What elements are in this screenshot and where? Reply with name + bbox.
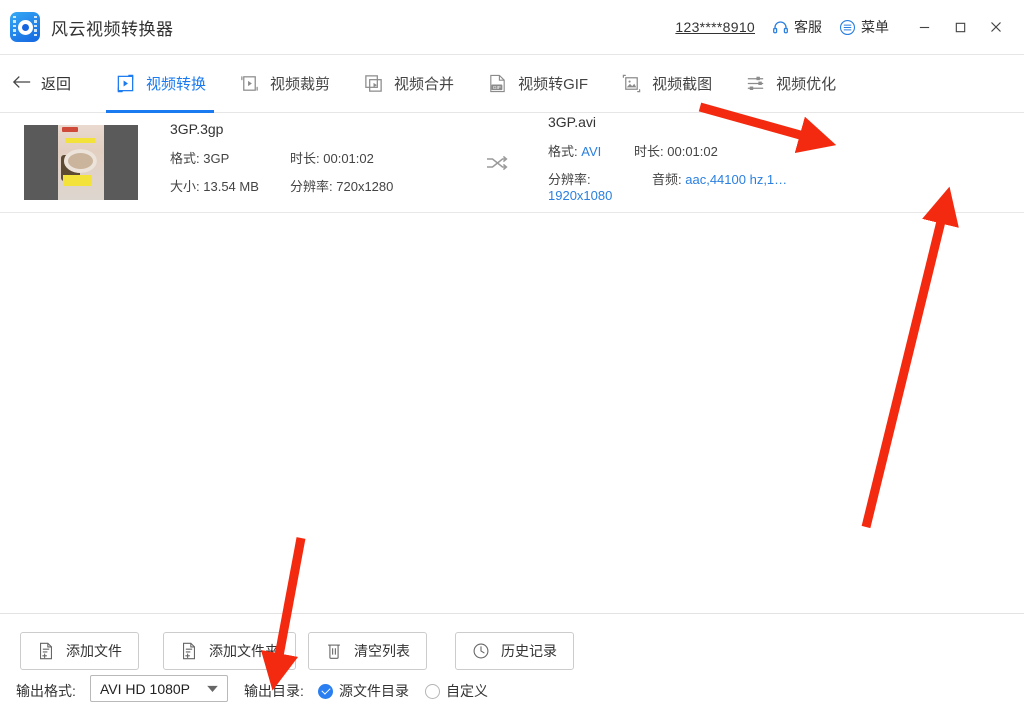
- bottom-toolbar: 添加文件 添加文件夹 清空列表 历史记录: [0, 613, 1024, 720]
- source-file-info: 3GP.3gp 格式: 3GP 时长: 00:01:02 大小: 13.54 M…: [170, 121, 470, 204]
- history-button[interactable]: 历史记录: [455, 632, 574, 670]
- app-window: 风云视频转换器 123****8910 客服 菜单 返回 视频转换 视频裁剪 视…: [0, 0, 1024, 720]
- add-file-button[interactable]: 添加文件: [20, 632, 139, 670]
- tab-label: 视频转GIF: [518, 76, 589, 93]
- menu-button[interactable]: 菜单: [839, 17, 889, 37]
- button-label: 历史记录: [501, 643, 557, 659]
- source-duration-label: 时长:: [290, 151, 320, 166]
- video-merge-icon: [362, 73, 384, 95]
- file-add-icon: [35, 640, 57, 662]
- file-list-item[interactable]: 3GP.3gp 格式: 3GP 时长: 00:01:02 大小: 13.54 M…: [0, 113, 1024, 314]
- source-size-value: 13.54 MB: [203, 179, 259, 194]
- video-convert-icon: [114, 73, 136, 95]
- back-label: 返回: [41, 76, 72, 93]
- tab-label: 视频转换: [146, 76, 207, 93]
- tab-label: 视频合并: [394, 76, 455, 93]
- account-link[interactable]: 123****8910: [675, 19, 755, 35]
- add-folder-button[interactable]: 添加文件夹: [163, 632, 296, 670]
- button-label: 添加文件: [66, 643, 122, 659]
- tab-video-screenshot[interactable]: 视频截图: [604, 55, 728, 113]
- tab-video-trim[interactable]: 视频裁剪: [222, 55, 346, 113]
- source-size-label: 大小:: [170, 179, 200, 194]
- minimize-button[interactable]: [906, 0, 942, 55]
- radio-label: 源文件目录: [339, 683, 409, 699]
- radio-unchecked-icon: [425, 683, 440, 699]
- radio-checked-icon: [318, 683, 333, 699]
- clear-list-button[interactable]: 清空列表: [308, 632, 427, 670]
- target-file-info: 3GP.avi 格式: AVI 时长: 00:01:02 分辨率: 1920x1…: [548, 114, 808, 212]
- sliders-icon: [744, 73, 766, 95]
- tab-label: 视频裁剪: [270, 76, 331, 93]
- radio-source-dir[interactable]: 源文件目录: [318, 681, 409, 701]
- file-list: 3GP.3gp 格式: 3GP 时长: 00:01:02 大小: 13.54 M…: [0, 113, 1024, 314]
- target-format-value: AVI: [581, 143, 602, 159]
- source-resolution-label: 分辨率:: [290, 179, 333, 194]
- shuffle-arrows-icon[interactable]: [478, 152, 518, 174]
- folder-add-icon: [178, 640, 200, 662]
- output-dir-label: 输出目录:: [244, 683, 304, 699]
- source-file-name: 3GP.3gp: [170, 121, 224, 137]
- maximize-button[interactable]: [942, 0, 978, 55]
- video-trim-icon: [238, 73, 260, 95]
- menu-label: 菜单: [861, 19, 889, 35]
- output-format-label: 输出格式:: [16, 683, 76, 699]
- nav-bar: 返回 视频转换 视频裁剪 视频合并 GIF 视频转GIF 视频截图 视频优化: [0, 55, 1024, 113]
- radio-label: 自定义: [446, 683, 488, 699]
- target-file-name: 3GP.avi: [548, 113, 596, 130]
- list-menu-icon: [839, 19, 856, 36]
- target-format-label: 格式:: [548, 143, 578, 159]
- tab-video-convert[interactable]: 视频转换: [98, 55, 222, 113]
- title-bar: 风云视频转换器 123****8910 客服 菜单: [0, 0, 1024, 55]
- source-duration-value: 00:01:02: [323, 151, 374, 166]
- app-logo-icon: [10, 12, 40, 42]
- tab-label: 视频截图: [652, 76, 713, 93]
- screenshot-icon: [620, 73, 642, 95]
- svg-text:GIF: GIF: [492, 85, 500, 91]
- radio-custom-dir[interactable]: 自定义: [425, 681, 488, 701]
- tab-label: 视频优化: [776, 76, 837, 93]
- video-thumbnail: [24, 125, 138, 200]
- headset-icon: [772, 19, 789, 36]
- titlebar-right-group: 123****8910 客服 菜单: [675, 0, 1024, 55]
- target-duration-label: 时长:: [634, 143, 664, 159]
- customer-support-button[interactable]: 客服: [772, 17, 822, 37]
- output-format-value: AVI HD 1080P: [100, 680, 191, 697]
- source-format-label: 格式:: [170, 151, 200, 166]
- customer-support-label: 客服: [794, 19, 822, 35]
- target-duration-value: 00:01:02: [667, 143, 718, 159]
- tab-strip: 视频转换 视频裁剪 视频合并 GIF 视频转GIF 视频截图 视频优化: [98, 55, 852, 113]
- target-resolution-label: 分辨率:: [548, 171, 591, 187]
- empty-file-area: [0, 213, 1024, 613]
- trash-icon: [323, 640, 345, 662]
- output-format-select[interactable]: AVI HD 1080P: [90, 675, 228, 702]
- source-resolution-value: 720x1280: [336, 179, 394, 194]
- target-resolution-value: 1920x1080: [548, 187, 613, 203]
- arrow-left-icon: [12, 74, 32, 94]
- button-label: 添加文件夹: [209, 643, 279, 659]
- close-button[interactable]: [978, 0, 1014, 55]
- button-label: 清空列表: [354, 643, 410, 659]
- target-audio-value: aac,44100 hz,1…: [685, 171, 788, 187]
- clock-icon: [470, 640, 492, 662]
- source-format-value: 3GP: [203, 151, 230, 166]
- output-dir-radio-group: 源文件目录 自定义: [318, 681, 488, 701]
- tab-video-to-gif[interactable]: GIF 视频转GIF: [470, 55, 604, 113]
- tab-video-optimize[interactable]: 视频优化: [728, 55, 852, 113]
- tab-video-merge[interactable]: 视频合并: [346, 55, 470, 113]
- caret-down-icon: [207, 685, 227, 692]
- app-title: 风云视频转换器: [51, 19, 174, 39]
- back-button[interactable]: 返回: [12, 73, 71, 94]
- gif-icon: GIF: [486, 73, 508, 95]
- target-audio-label: 音频:: [652, 171, 682, 187]
